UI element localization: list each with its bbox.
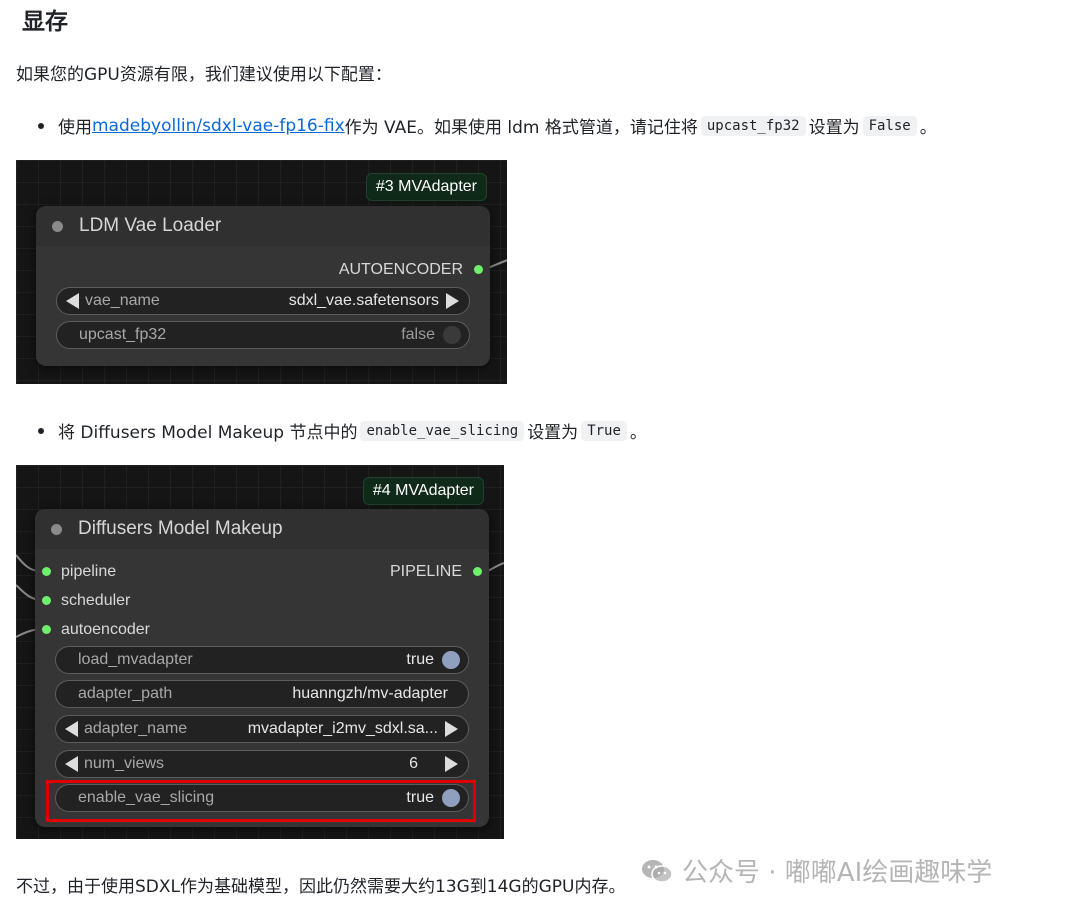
input-label-scheduler: scheduler <box>61 592 131 609</box>
node-screenshot-ldm-vae-loader: #3 MVAdapter LDM Vae Loader AUTOENCODER … <box>16 160 507 384</box>
node-titlebar[interactable]: Diffusers Model Makeup <box>35 509 489 549</box>
watermark-text: 公众号 · 嘟嘟AI绘画趣味学 <box>682 858 993 888</box>
widget-value: 6 <box>409 755 418 772</box>
widget-value: huanngzh/mv-adapter <box>292 685 448 702</box>
widget-num-views[interactable]: num_views 6 <box>55 750 469 778</box>
highlight-box <box>46 780 476 822</box>
increment-arrow-icon[interactable] <box>445 721 458 737</box>
input-label-pipeline: pipeline <box>61 563 117 580</box>
toggle-knob-icon[interactable] <box>443 326 461 344</box>
intro-text: 如果您的GPU资源有限，我们建议使用以下配置： <box>16 65 392 85</box>
code-upcast-fp32: upcast_fp32 <box>700 115 806 136</box>
widget-adapter-name[interactable]: adapter_name mvadapter_i2mv_sdxl.sa... <box>55 715 469 743</box>
node-screenshot-diffusers-model-makeup: #4 MVAdapter Diffusers Model Makeup pipe… <box>16 465 504 839</box>
ldm-vae-loader-node[interactable]: LDM Vae Loader AUTOENCODER vae_name sdxl… <box>36 206 490 366</box>
bullet2-suffix: 。 <box>629 423 647 443</box>
widget-value: true <box>406 651 434 668</box>
widget-label: vae_name <box>85 292 160 309</box>
input-slot-pipeline[interactable] <box>42 567 51 576</box>
decrement-arrow-icon[interactable] <box>65 721 78 737</box>
output-slot-autoencoder[interactable] <box>474 265 483 274</box>
node-title: Diffusers Model Makeup <box>78 518 283 539</box>
collapse-dot-icon[interactable] <box>51 524 62 535</box>
code-false: False <box>862 115 917 136</box>
bullet2-prefix: 将 Diffusers Model Makeup 节点中的 <box>58 423 358 443</box>
decrement-arrow-icon[interactable] <box>65 756 78 772</box>
decrement-arrow-icon[interactable] <box>66 293 79 309</box>
widget-adapter-path[interactable]: adapter_path huanngzh/mv-adapter <box>55 680 469 708</box>
input-slot-scheduler[interactable] <box>42 596 51 605</box>
input-slot-autoencoder[interactable] <box>42 625 51 634</box>
node-group-badge: #3 MVAdapter <box>365 173 487 201</box>
bullet1-suffix: 。 <box>919 118 937 138</box>
node-group-badge: #4 MVAdapter <box>362 477 484 505</box>
bullet-item-vae-slicing: 将 Diffusers Model Makeup 节点中的 enable_vae… <box>58 418 647 443</box>
increment-arrow-icon[interactable] <box>446 293 459 309</box>
wechat-icon <box>642 859 673 883</box>
bullet-item-vae: 使用 madebyollin/sdxl-vae-fp16-fix 作为 VAE。如果… <box>58 113 937 138</box>
bullet1-mid: 作为 VAE。如果使用 ldm 格式管道，请记住将 <box>344 118 698 138</box>
bullet1-mid2: 设置为 <box>808 118 860 138</box>
toggle-knob-icon[interactable] <box>442 651 460 669</box>
widget-label: adapter_name <box>84 720 188 737</box>
input-label-autoencoder: autoencoder <box>61 621 150 638</box>
code-enable-vae-slicing: enable_vae_slicing <box>360 420 525 441</box>
bullet-dot <box>38 428 44 434</box>
widget-value: false <box>401 326 435 343</box>
widget-load-mvadapter[interactable]: load_mvadapter true <box>55 646 469 674</box>
bullet-dot <box>38 123 44 129</box>
widget-upcast-fp32[interactable]: upcast_fp32 false <box>56 321 470 349</box>
bullet2-mid: 设置为 <box>527 423 579 443</box>
node-title: LDM Vae Loader <box>79 215 222 236</box>
footer-text: 不过，由于使用SDXL作为基础模型，因此仍然需要大约13G到14G的GPU内存。 <box>16 877 626 897</box>
watermark: 公众号 · 嘟嘟AI绘画趣味学 <box>640 852 992 889</box>
code-true: True <box>581 420 627 441</box>
node-titlebar[interactable]: LDM Vae Loader <box>36 206 490 246</box>
bullet1-prefix: 使用 <box>58 118 92 138</box>
vae-fix-link[interactable]: madebyollin/sdxl-vae-fp16-fix <box>92 116 345 136</box>
output-label-autoencoder: AUTOENCODER <box>338 261 463 278</box>
section-heading: 显存 <box>22 9 68 35</box>
widget-label: num_views <box>84 755 165 772</box>
widget-label: load_mvadapter <box>78 651 193 668</box>
widget-value: mvadapter_i2mv_sdxl.sa... <box>247 720 438 737</box>
output-slot-pipeline[interactable] <box>473 567 482 576</box>
widget-vae-name[interactable]: vae_name sdxl_vae.safetensors <box>56 287 470 315</box>
increment-arrow-icon[interactable] <box>445 756 458 772</box>
widget-value: sdxl_vae.safetensors <box>288 292 439 309</box>
output-label-pipeline: PIPELINE <box>389 563 462 580</box>
widget-label: adapter_path <box>78 685 173 702</box>
collapse-dot-icon[interactable] <box>52 221 63 232</box>
widget-label: upcast_fp32 <box>79 326 167 343</box>
